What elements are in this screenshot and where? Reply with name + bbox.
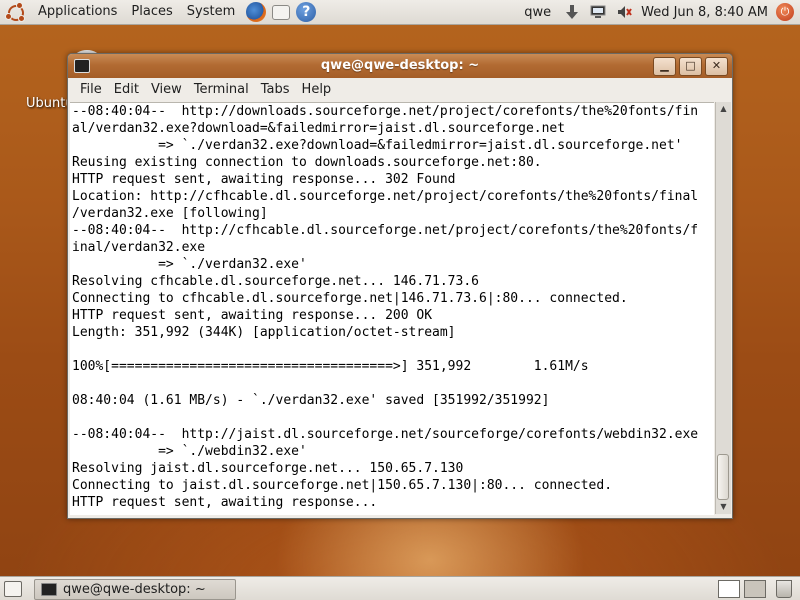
terminal-line: HTTP request sent, awaiting response... … (72, 172, 456, 187)
terminal-line: Location: http://cfhcable.dl.sourceforge… (72, 189, 699, 204)
terminal-line: Connecting to jaist.dl.sourceforge.net|1… (72, 478, 613, 493)
scroll-down-arrow-icon[interactable]: ▼ (716, 500, 731, 514)
bottom-panel: qwe@qwe-desktop: ~ (0, 576, 800, 600)
menu-tabs[interactable]: Tabs (255, 79, 296, 101)
taskbar-terminal-button[interactable]: qwe@qwe-desktop: ~ (34, 578, 236, 600)
window-titlebar[interactable]: qwe@qwe-desktop: ~ ▁ □ ✕ (68, 54, 732, 78)
menu-help[interactable]: Help (296, 79, 338, 101)
places-menu[interactable]: Places (124, 0, 179, 24)
terminal-line: --08:40:04-- http://downloads.sourceforg… (72, 104, 699, 119)
terminal-line: Connecting to cfhcable.dl.sourceforge.ne… (72, 291, 628, 306)
volume-icon[interactable] (615, 3, 633, 21)
terminal-lines: --08:40:04-- http://downloads.sourceforg… (70, 103, 714, 511)
terminal-line: /verdan32.exe [following] (72, 206, 268, 221)
terminal-line: HTTP request sent, awaiting response... (72, 495, 378, 510)
menu-terminal[interactable]: Terminal (188, 79, 255, 101)
terminal-line: HTTP request sent, awaiting response... … (72, 308, 433, 323)
close-button[interactable]: ✕ (705, 57, 728, 76)
show-desktop-icon[interactable] (4, 581, 22, 597)
workspace-switcher[interactable] (718, 580, 770, 598)
workspace-2[interactable] (744, 580, 766, 598)
terminal-line: Length: 351,992 (344K) [application/octe… (72, 325, 456, 340)
terminal-line: inal/verdan32.exe (72, 240, 206, 255)
menu-file[interactable]: File (68, 79, 108, 101)
terminal-window: qwe@qwe-desktop: ~ ▁ □ ✕ File Edit View … (67, 53, 733, 519)
scroll-up-arrow-icon[interactable]: ▲ (716, 102, 731, 116)
firefox-icon[interactable] (246, 2, 267, 22)
window-title: qwe@qwe-desktop: ~ (320, 58, 480, 73)
terminal-line: => `./verdan32.exe?download=&failedmirro… (72, 138, 683, 153)
top-panel: Applications Places System ? qwe Wed Jun… (0, 0, 800, 25)
trash-icon[interactable] (776, 580, 792, 598)
terminal-line: --08:40:04-- http://jaist.dl.sourceforge… (72, 427, 699, 442)
power-icon[interactable]: ⏻ (776, 3, 794, 21)
menu-edit[interactable]: Edit (108, 79, 145, 101)
terminal-line: => `./verdan32.exe' (72, 257, 307, 272)
download-arrow-icon[interactable] (563, 3, 581, 21)
terminal-line: 08:40:04 (1.61 MB/s) - `./verdan32.exe' … (72, 393, 550, 408)
terminal-line: Resolving jaist.dl.sourceforge.net... 15… (72, 461, 464, 476)
clock[interactable]: Wed Jun 8, 8:40 AM (637, 5, 776, 20)
help-icon[interactable]: ? (296, 2, 317, 22)
workspace-1[interactable] (718, 580, 740, 598)
username-label[interactable]: qwe (516, 5, 559, 20)
applications-menu-group: Applications Places System (0, 0, 242, 24)
terminal-line: => `./webdin32.exe' (72, 444, 307, 459)
mail-icon[interactable] (272, 4, 291, 20)
applications-menu[interactable]: Applications (31, 0, 124, 24)
terminal-line: --08:40:04-- http://cfhcable.dl.sourcefo… (72, 223, 699, 238)
terminal-line: 100%[===================================… (72, 359, 589, 374)
terminal-line: Reusing existing connection to downloads… (72, 155, 542, 170)
window-menubar: File Edit View Terminal Tabs Help (68, 79, 732, 101)
terminal-output[interactable]: --08:40:04-- http://downloads.sourceforg… (70, 102, 714, 515)
ubuntu-logo-icon[interactable] (5, 2, 25, 22)
network-monitor-icon[interactable] (589, 3, 607, 21)
terminal-line: al/verdan32.exe?download=&failedmirror=j… (72, 121, 566, 136)
maximize-button[interactable]: □ (679, 57, 702, 76)
terminal-line: Resolving cfhcable.dl.sourceforge.net...… (72, 274, 479, 289)
scrollbar-thumb[interactable] (717, 454, 729, 500)
terminal-scrollbar[interactable]: ▲ ▼ (715, 102, 731, 514)
menu-view[interactable]: View (145, 79, 188, 101)
system-menu[interactable]: System (180, 0, 242, 24)
terminal-task-icon (41, 582, 57, 596)
minimize-button[interactable]: ▁ (653, 57, 676, 76)
panel-right-area: qwe Wed Jun 8, 8:40 AM ⏻ (516, 0, 800, 24)
taskbar-terminal-label: qwe@qwe-desktop: ~ (63, 581, 206, 597)
